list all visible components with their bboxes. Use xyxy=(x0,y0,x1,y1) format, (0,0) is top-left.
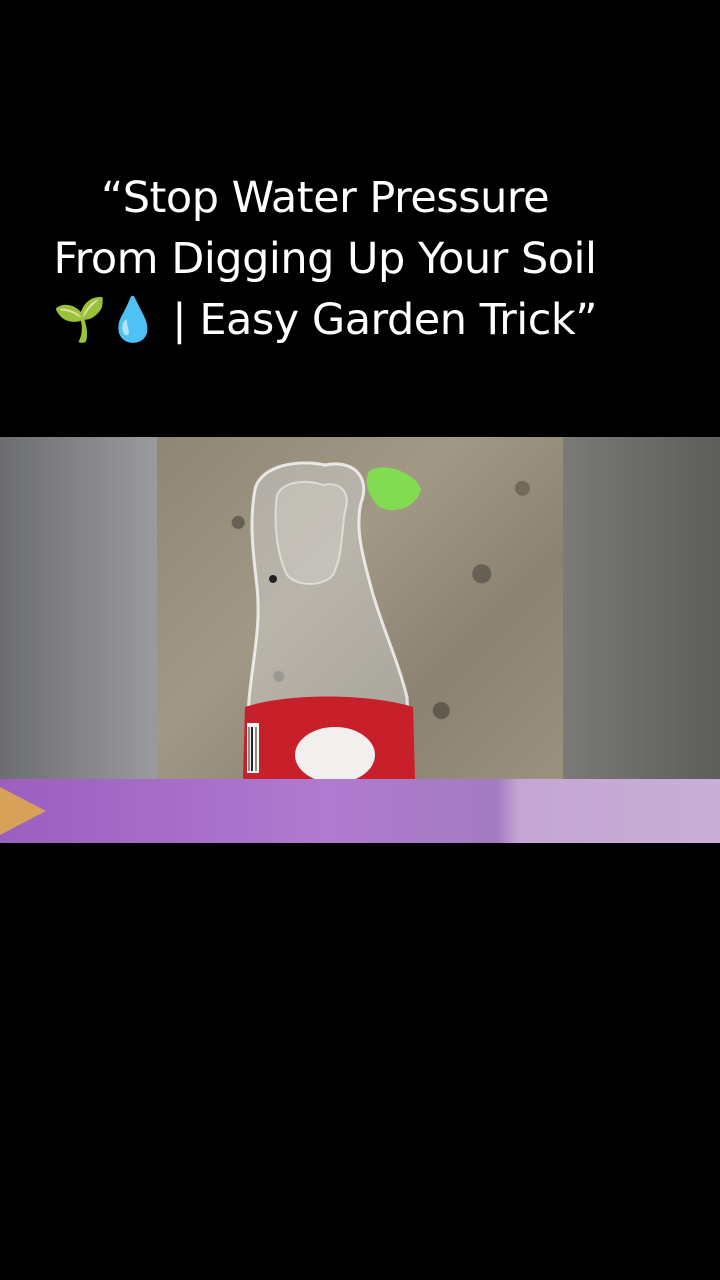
cut-bottle-image xyxy=(243,461,421,779)
play-arrow-icon[interactable] xyxy=(0,779,48,843)
leaf-icon xyxy=(366,467,421,511)
caption-line-2: From Digging Up Your Soil xyxy=(53,234,597,284)
caption-line-3: 🌱💧 | Easy Garden Trick” xyxy=(52,295,598,345)
caption-line-1: “Stop Water Pressure xyxy=(100,173,550,223)
video-caption: “Stop Water Pressure From Digging Up You… xyxy=(0,168,650,351)
purple-banner xyxy=(0,779,720,843)
